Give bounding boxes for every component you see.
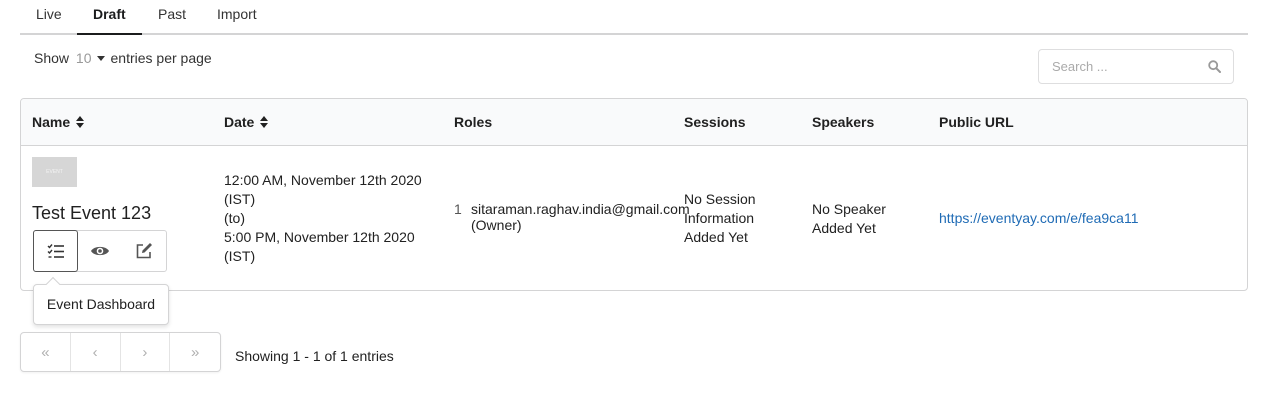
column-name-header[interactable]: Name [32, 114, 85, 130]
edit-icon [136, 243, 152, 259]
search-input[interactable] [1039, 50, 1199, 83]
event-speakers: No Speaker Added Yet [812, 201, 886, 236]
event-dashboard-button[interactable] [33, 230, 78, 272]
event-actions [33, 230, 167, 272]
event-tabs: Live Draft Past Import [20, 0, 1248, 35]
event-sessions: No Session Information Added Yet [684, 191, 756, 245]
entries-suffix: entries per page [110, 50, 212, 66]
pagination: « ‹ › » [20, 332, 221, 372]
tab-import[interactable]: Import [201, 0, 273, 35]
search-box [1038, 49, 1234, 84]
prev-page-button[interactable]: ‹ [71, 333, 121, 371]
last-page-button[interactable]: » [170, 333, 220, 371]
column-date-header[interactable]: Date [224, 114, 269, 130]
pagination-summary: Showing 1 - 1 of 1 entries [235, 348, 394, 364]
table-header: Name Date Roles Sessions Speakers Public… [21, 99, 1247, 146]
search-icon[interactable] [1208, 60, 1221, 73]
column-sessions-header: Sessions [684, 114, 746, 130]
event-name: Test Event 123 [32, 203, 152, 223]
public-url-link[interactable]: https://eventyay.com/e/fea9ca11 [939, 210, 1139, 226]
column-roles-header: Roles [454, 114, 493, 130]
column-speakers-header: Speakers [812, 114, 875, 130]
role-index: 1 [454, 201, 462, 217]
next-page-button[interactable]: › [121, 333, 171, 371]
event-dashboard-tooltip: Event Dashboard [33, 276, 169, 325]
column-public-url-header: Public URL [939, 114, 1014, 130]
caret-down-icon[interactable] [96, 55, 105, 61]
entries-prefix: Show [34, 50, 70, 66]
view-event-button[interactable] [78, 231, 122, 271]
edit-event-button[interactable] [122, 231, 166, 271]
sort-icon[interactable] [76, 116, 85, 128]
events-table: Name Date Roles Sessions Speakers Public… [20, 98, 1248, 291]
eye-icon [91, 246, 109, 256]
tab-draft[interactable]: Draft [77, 0, 142, 35]
sort-icon[interactable] [260, 116, 269, 128]
tasks-list-icon [47, 244, 64, 258]
event-role: sitaraman.raghav.india@gmail.com (Owner) [471, 200, 690, 235]
entries-count-select[interactable]: 10 [76, 50, 92, 66]
tab-live[interactable]: Live [20, 0, 78, 35]
event-date: 12:00 AM, November 12th 2020 (IST) (to) … [224, 172, 422, 264]
event-public-url: https://eventyay.com/e/fea9ca11 [939, 209, 1139, 228]
first-page-button[interactable]: « [21, 333, 71, 371]
tab-past[interactable]: Past [142, 0, 202, 35]
entries-per-page: Show 10 entries per page [34, 50, 212, 66]
event-thumbnail: EVENT [32, 157, 77, 187]
